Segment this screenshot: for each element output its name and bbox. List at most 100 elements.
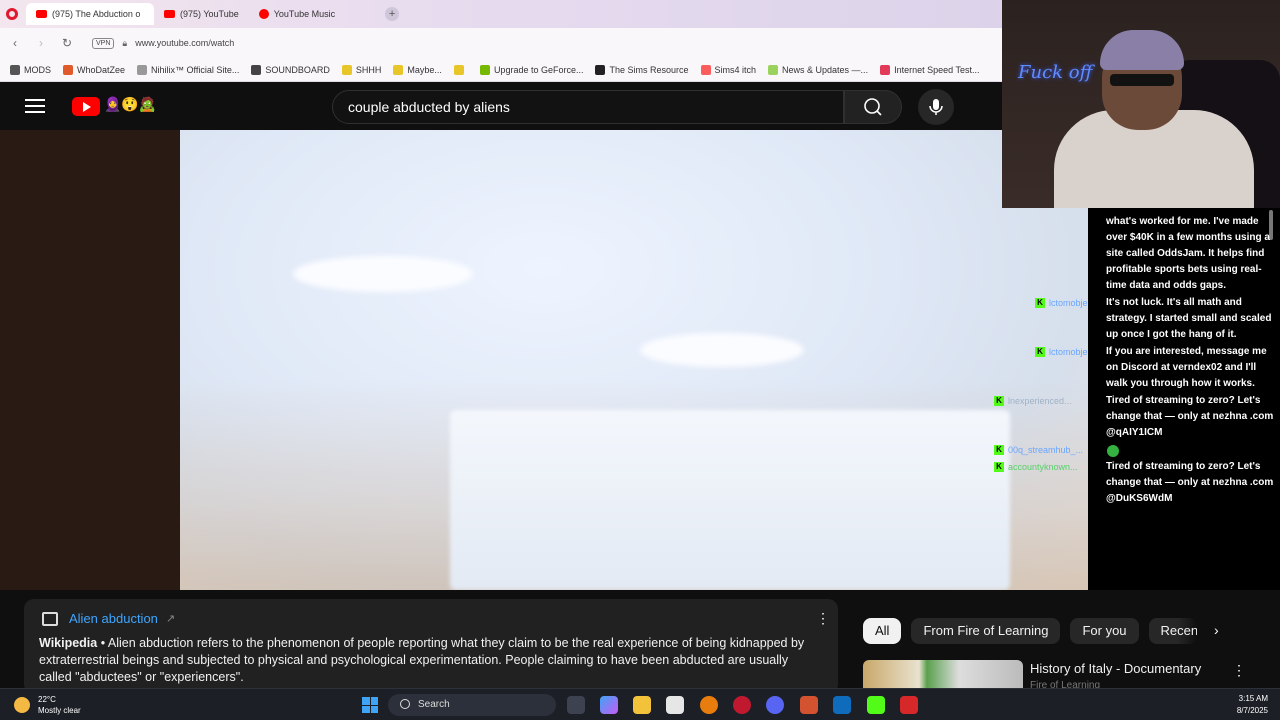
search-input[interactable]: couple abducted by aliens bbox=[332, 90, 844, 124]
info-panel-title[interactable]: Alien abduction bbox=[69, 611, 158, 626]
recommendation-channel[interactable]: Fire of Learning bbox=[1030, 680, 1100, 688]
kick-badge-icon: K bbox=[994, 462, 1004, 472]
star-icon bbox=[341, 64, 352, 75]
clock-time: 3:15 AM bbox=[1238, 694, 1268, 703]
ceiling-light bbox=[640, 333, 804, 367]
document-icon bbox=[251, 64, 262, 75]
tab-the-abduction[interactable]: (975) The Abduction o bbox=[26, 3, 154, 25]
bookmark-maybe[interactable]: Maybe... bbox=[393, 64, 442, 75]
folder-icon bbox=[10, 64, 20, 75]
search-icon bbox=[864, 98, 882, 116]
video-player[interactable] bbox=[180, 130, 1088, 590]
itch-icon bbox=[700, 64, 711, 75]
youtube-header: 🧕😲🧟 couple abducted by aliens bbox=[0, 84, 1002, 130]
vpn-badge[interactable]: VPN bbox=[92, 37, 115, 49]
screen: (975) The Abduction o (975) YouTube YouT… bbox=[0, 0, 1280, 720]
app-red-icon[interactable] bbox=[900, 696, 918, 714]
video-left-panel bbox=[0, 130, 180, 590]
bookmark-geforce[interactable]: Upgrade to GeForce... bbox=[479, 64, 583, 75]
outlook-icon[interactable] bbox=[833, 696, 851, 714]
copilot-icon[interactable] bbox=[600, 696, 618, 714]
new-tab-button[interactable]: + bbox=[385, 7, 400, 21]
microphone-icon bbox=[929, 99, 943, 115]
lock-icon[interactable]: 🔒︎ bbox=[122, 38, 127, 49]
bookmark-mods[interactable]: MODS bbox=[10, 64, 51, 75]
bookmark-whodatzee[interactable]: WhoDatZee bbox=[63, 64, 125, 75]
chat-username: Klnexperienced... bbox=[994, 395, 1072, 407]
external-link-icon[interactable]: ↗ bbox=[166, 612, 175, 625]
info-panel-source[interactable]: Wikipedia bbox=[39, 636, 97, 650]
windows-start-icon[interactable] bbox=[362, 697, 378, 713]
chip-for-you[interactable]: For you bbox=[1070, 618, 1139, 644]
weather-widget[interactable]: 22°C Mostly clear bbox=[38, 694, 81, 716]
bookmark-sims-resource[interactable]: The Sims Resource bbox=[595, 64, 689, 75]
blender-icon[interactable] bbox=[700, 696, 718, 714]
youtube-logo-icon[interactable] bbox=[72, 97, 100, 116]
bookmark-shhh[interactable]: SHHH bbox=[341, 64, 381, 75]
system-clock[interactable]: 3:15 AM 8/7/2025 bbox=[1222, 693, 1268, 717]
chip-all[interactable]: All bbox=[863, 618, 902, 644]
star-icon bbox=[393, 64, 404, 75]
tab-youtube[interactable]: (975) YouTube bbox=[154, 3, 249, 25]
recommendation-title[interactable]: History of Italy - Documentary bbox=[1030, 661, 1201, 676]
tab-label: (975) The Abduction o bbox=[52, 9, 141, 19]
chat-username: K 00q_streamhub_... bbox=[994, 444, 1083, 456]
file-explorer-icon[interactable] bbox=[633, 696, 651, 714]
kick-app-icon[interactable] bbox=[867, 696, 885, 714]
streamer-beanie bbox=[1100, 30, 1184, 70]
office-app-icon[interactable] bbox=[800, 696, 818, 714]
kick-badge-icon: K bbox=[994, 396, 1004, 406]
windows-taskbar: 22°C Mostly clear Search 3:15 AM 8/7/202… bbox=[0, 688, 1280, 720]
chat-message: what's worked for me. I've made over $40… bbox=[1106, 216, 1270, 291]
clock-date: 8/7/2025 bbox=[1236, 706, 1268, 715]
speedometer-icon bbox=[880, 64, 891, 75]
recommendation-thumbnail[interactable] bbox=[863, 660, 1023, 690]
more-options-icon[interactable]: ⋮ bbox=[1232, 662, 1246, 679]
chat-username: Kaccountyknown... bbox=[994, 461, 1078, 473]
chip-from-fire-of-learning[interactable]: From Fire of Learning bbox=[911, 618, 1061, 644]
store-icon[interactable] bbox=[666, 696, 684, 714]
opera-logo-icon[interactable] bbox=[6, 8, 18, 20]
back-icon[interactable]: ‹ bbox=[4, 36, 26, 50]
bookmark-favicon-icon bbox=[768, 64, 779, 75]
forward-icon[interactable]: › bbox=[30, 36, 52, 50]
menu-icon[interactable] bbox=[25, 99, 45, 113]
voice-search-button[interactable] bbox=[918, 89, 954, 125]
bookmark-unnamed[interactable] bbox=[453, 64, 468, 75]
youtube-favicon-icon bbox=[36, 10, 47, 18]
tab-youtube-music[interactable]: YouTube Music bbox=[249, 3, 345, 25]
discord-icon[interactable] bbox=[766, 696, 784, 714]
nvidia-icon bbox=[479, 64, 490, 75]
taskbar-search[interactable]: Search bbox=[388, 694, 556, 716]
bookmark-favicon-icon bbox=[595, 64, 606, 75]
url-field[interactable]: www.youtube.com/watch bbox=[135, 38, 234, 48]
chat-username: Klctomobje bbox=[1035, 346, 1088, 358]
chat-message: If you are interested, message me on Dis… bbox=[1106, 346, 1267, 389]
bookmark-sims4-itch[interactable]: Sims4 itch bbox=[700, 64, 756, 75]
bookmark-nihilix[interactable]: Nihilix™ Official Site... bbox=[137, 64, 239, 75]
chat-username: Klctomobje bbox=[1035, 297, 1088, 309]
tab-label: YouTube Music bbox=[273, 9, 336, 19]
bookmark-speed-test[interactable]: Internet Speed Test... bbox=[880, 64, 979, 75]
neon-sign: Fuck off bbox=[1018, 62, 1093, 83]
tab-label: (975) YouTube bbox=[180, 9, 239, 19]
weather-condition: Mostly clear bbox=[38, 706, 81, 715]
bookmark-soundboard[interactable]: SOUNDBOARD bbox=[251, 64, 330, 75]
chevron-right-icon[interactable]: › bbox=[1214, 622, 1219, 638]
reload-icon[interactable]: ↻ bbox=[56, 36, 78, 50]
search-button[interactable] bbox=[844, 90, 902, 124]
kick-badge-icon: K bbox=[1035, 298, 1045, 308]
chat-message: Tired of streaming to zero? Let's change… bbox=[1106, 395, 1274, 438]
task-view-icon[interactable] bbox=[567, 696, 585, 714]
weather-icon[interactable] bbox=[14, 697, 30, 713]
ceiling-light bbox=[293, 256, 473, 292]
star-icon bbox=[453, 64, 464, 75]
streamer-webcam: Fuck off bbox=[1002, 0, 1280, 208]
chip-recent[interactable]: Recent bbox=[1148, 618, 1197, 644]
bookmark-news-updates[interactable]: News & Updates —... bbox=[768, 64, 868, 75]
opera-gx-icon[interactable] bbox=[733, 696, 751, 714]
address-bar: ‹ › ↻ VPN 🔒︎ www.youtube.com/watch bbox=[0, 28, 1002, 58]
logo-emojis: 🧕😲🧟 bbox=[104, 96, 157, 112]
search-icon bbox=[400, 699, 410, 709]
more-options-icon[interactable]: ⋮ bbox=[816, 610, 830, 626]
